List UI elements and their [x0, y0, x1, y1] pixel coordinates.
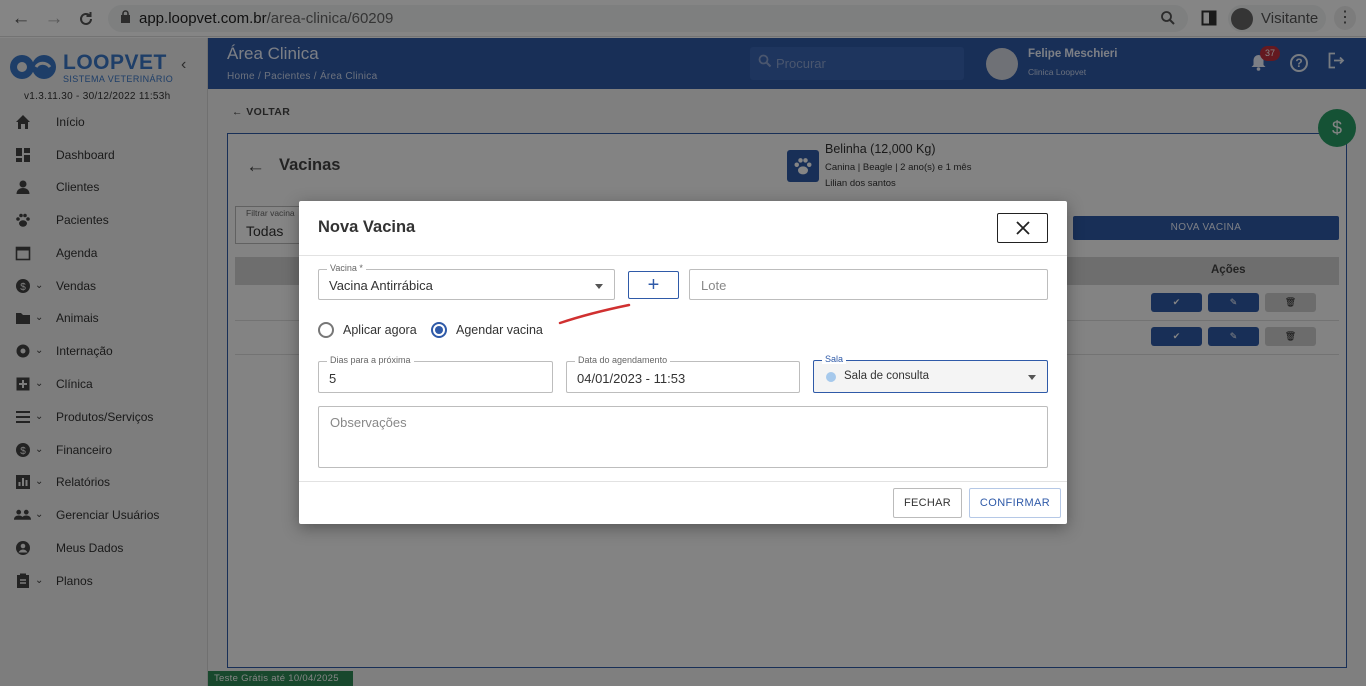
modal-title: Nova Vacina: [318, 218, 416, 236]
divider: [299, 255, 1067, 256]
agendar-vacina-label[interactable]: Agendar vacina: [456, 323, 543, 337]
lote-placeholder: Lote: [701, 278, 727, 293]
aplicar-agora-label[interactable]: Aplicar agora: [343, 323, 417, 337]
divider: [299, 481, 1067, 482]
lote-input[interactable]: Lote: [689, 269, 1048, 300]
sala-select[interactable]: Sala Sala de consulta: [813, 354, 1048, 393]
observacoes-textarea[interactable]: Observações: [318, 406, 1048, 468]
nova-vacina-modal: Nova Vacina Vacina * Vacina Antirrábica …: [299, 201, 1067, 524]
agendar-vacina-radio[interactable]: [431, 322, 447, 338]
dias-value: 5: [329, 371, 337, 386]
dias-para-proxima-input[interactable]: Dias para a próxima 5: [318, 355, 553, 393]
dias-label: Dias para a próxima: [327, 355, 414, 365]
sala-value: Sala de consulta: [844, 370, 930, 382]
data-label: Data do agendamento: [575, 355, 671, 365]
confirmar-button[interactable]: CONFIRMAR: [969, 488, 1061, 518]
sala-color-dot: [826, 372, 836, 382]
sala-label: Sala: [822, 354, 847, 364]
close-icon: [1015, 221, 1030, 235]
fechar-button[interactable]: FECHAR: [893, 488, 962, 518]
dropdown-arrow-icon: [595, 284, 603, 289]
aplicar-agora-radio[interactable]: [318, 322, 334, 338]
data-agendamento-input[interactable]: Data do agendamento 04/01/2023 - 11:53: [566, 355, 800, 393]
vacina-label: Vacina *: [327, 263, 366, 273]
close-button[interactable]: [997, 213, 1048, 243]
dropdown-arrow-icon: [1028, 375, 1036, 380]
vacina-value: Vacina Antirrábica: [329, 278, 433, 293]
observacoes-placeholder: Observações: [330, 415, 407, 430]
vacina-select[interactable]: Vacina * Vacina Antirrábica: [318, 263, 615, 300]
data-value: 04/01/2023 - 11:53: [577, 371, 686, 386]
add-vacina-button[interactable]: +: [628, 271, 679, 299]
